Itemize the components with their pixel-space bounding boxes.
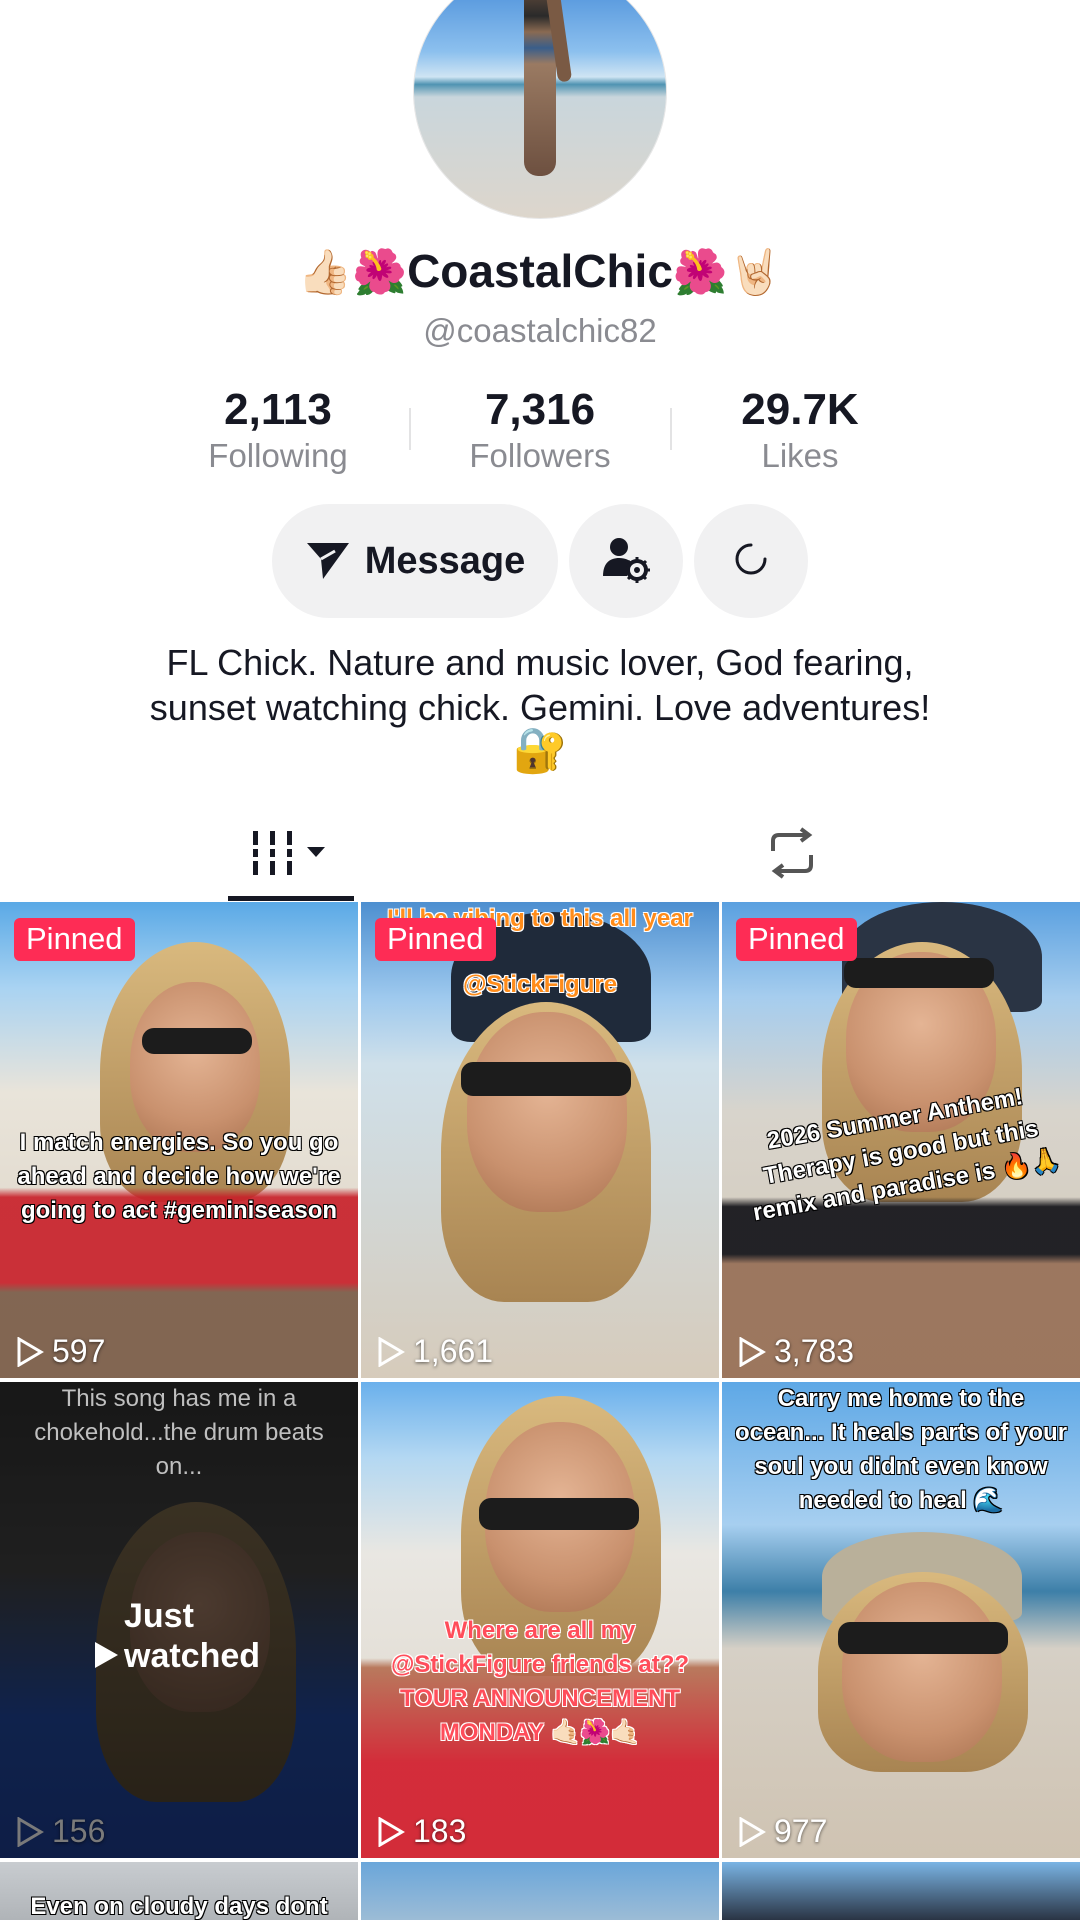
profile-settings-button[interactable] xyxy=(569,504,683,618)
bio-text: FL Chick. Nature and music lover, God fe… xyxy=(0,640,1080,730)
video-thumbnail-glasses xyxy=(838,1622,1008,1654)
message-button[interactable]: Message xyxy=(272,504,558,618)
play-icon xyxy=(378,1816,405,1847)
play-icon xyxy=(378,1336,405,1367)
video-tile[interactable]: Carry me home to the ocean... It heals p… xyxy=(722,1382,1080,1858)
view-count: 3,783 xyxy=(738,1333,854,1370)
play-icon xyxy=(739,1336,766,1367)
video-tile[interactable]: I'll be vibing to this all year @StickFi… xyxy=(361,902,719,1378)
send-icon xyxy=(305,537,351,586)
video-caption: I match energies. So you go ahead and de… xyxy=(17,1129,341,1224)
following-count: 2,113 xyxy=(224,385,332,434)
video-tile[interactable] xyxy=(361,1862,719,1920)
pinned-badge: Pinned xyxy=(375,918,496,961)
video-tile[interactable]: Where are all my @StickFigure friends at… xyxy=(361,1382,719,1858)
name-emoji-right: 🌺🤘🏻 xyxy=(672,248,783,297)
view-count-value: 3,783 xyxy=(774,1333,855,1369)
pinned-badge: Pinned xyxy=(736,918,857,961)
display-name-text: CoastalChic xyxy=(407,245,673,297)
video-thumbnail-glasses xyxy=(461,1062,631,1096)
video-thumbnail-face xyxy=(467,1012,627,1212)
play-icon xyxy=(95,1642,118,1668)
user-gear-icon xyxy=(601,534,651,589)
view-count-value: 977 xyxy=(774,1813,828,1849)
spinner-icon xyxy=(734,542,768,581)
video-tile[interactable]: Pinned I match energies. So you go ahead… xyxy=(0,902,358,1378)
view-count: 183 xyxy=(377,1813,466,1850)
pinned-badge: Pinned xyxy=(14,918,135,961)
display-name: 👍🏻🌺CoastalChic🌺🤘🏻 xyxy=(0,244,1080,298)
play-icon xyxy=(17,1816,44,1847)
view-count: 1,661 xyxy=(377,1333,493,1370)
video-caption: Even on cloudy days dont xyxy=(30,1893,328,1920)
just-watched-text: Just watched xyxy=(124,1597,261,1675)
video-tile[interactable] xyxy=(722,1862,1080,1920)
video-tile[interactable]: This song has me in a chokehold...the dr… xyxy=(0,1382,358,1858)
view-count-value: 156 xyxy=(52,1813,106,1849)
view-count-value: 597 xyxy=(52,1333,106,1369)
video-tile[interactable]: 2026 Summer Anthem! Therapy is good but … xyxy=(722,902,1080,1378)
bio-lock-emoji: 🔐 xyxy=(512,726,568,775)
following-label: Following xyxy=(208,437,348,474)
view-count: 977 xyxy=(738,1813,827,1850)
stat-followers[interactable]: 7,316 Followers xyxy=(410,384,670,476)
tab-videos[interactable] xyxy=(228,820,354,890)
stat-likes[interactable]: 29.7K Likes xyxy=(670,384,930,476)
play-icon xyxy=(17,1336,44,1367)
video-caption: @StickFigure xyxy=(462,971,618,998)
tab-active-indicator xyxy=(228,896,354,901)
message-label: Message xyxy=(364,539,526,582)
profile-avatar[interactable] xyxy=(414,0,666,218)
play-icon xyxy=(739,1816,766,1847)
likes-label: Likes xyxy=(761,437,839,474)
view-count-value: 1,661 xyxy=(413,1333,494,1369)
username-handle: @coastalchic82 xyxy=(423,312,657,349)
grid-icon xyxy=(251,829,331,882)
view-count: 597 xyxy=(16,1333,105,1370)
repost-icon xyxy=(763,826,821,884)
tab-reposts[interactable] xyxy=(752,820,832,890)
video-thumbnail-face xyxy=(842,1582,1002,1762)
video-tile[interactable]: Even on cloudy days dont xyxy=(0,1862,358,1920)
video-caption: Where are all my @StickFigure friends at… xyxy=(390,1617,690,1746)
bio-line: FL Chick. Nature and music lover, God fe… xyxy=(166,642,914,683)
more-button[interactable] xyxy=(694,504,808,618)
followers-label: Followers xyxy=(469,437,611,474)
video-caption: This song has me in a chokehold...the dr… xyxy=(34,1385,324,1480)
just-watched-label: Just watched xyxy=(92,1596,274,1676)
likes-count: 29.7K xyxy=(741,385,859,434)
followers-count: 7,316 xyxy=(484,385,596,434)
view-count-value: 183 xyxy=(413,1813,467,1849)
video-caption: Carry me home to the ocean... It heals p… xyxy=(734,1385,1068,1514)
view-count: 156 xyxy=(16,1813,105,1850)
name-emoji-left: 👍🏻🌺 xyxy=(297,248,408,297)
stat-following[interactable]: 2,113 Following xyxy=(148,384,408,476)
